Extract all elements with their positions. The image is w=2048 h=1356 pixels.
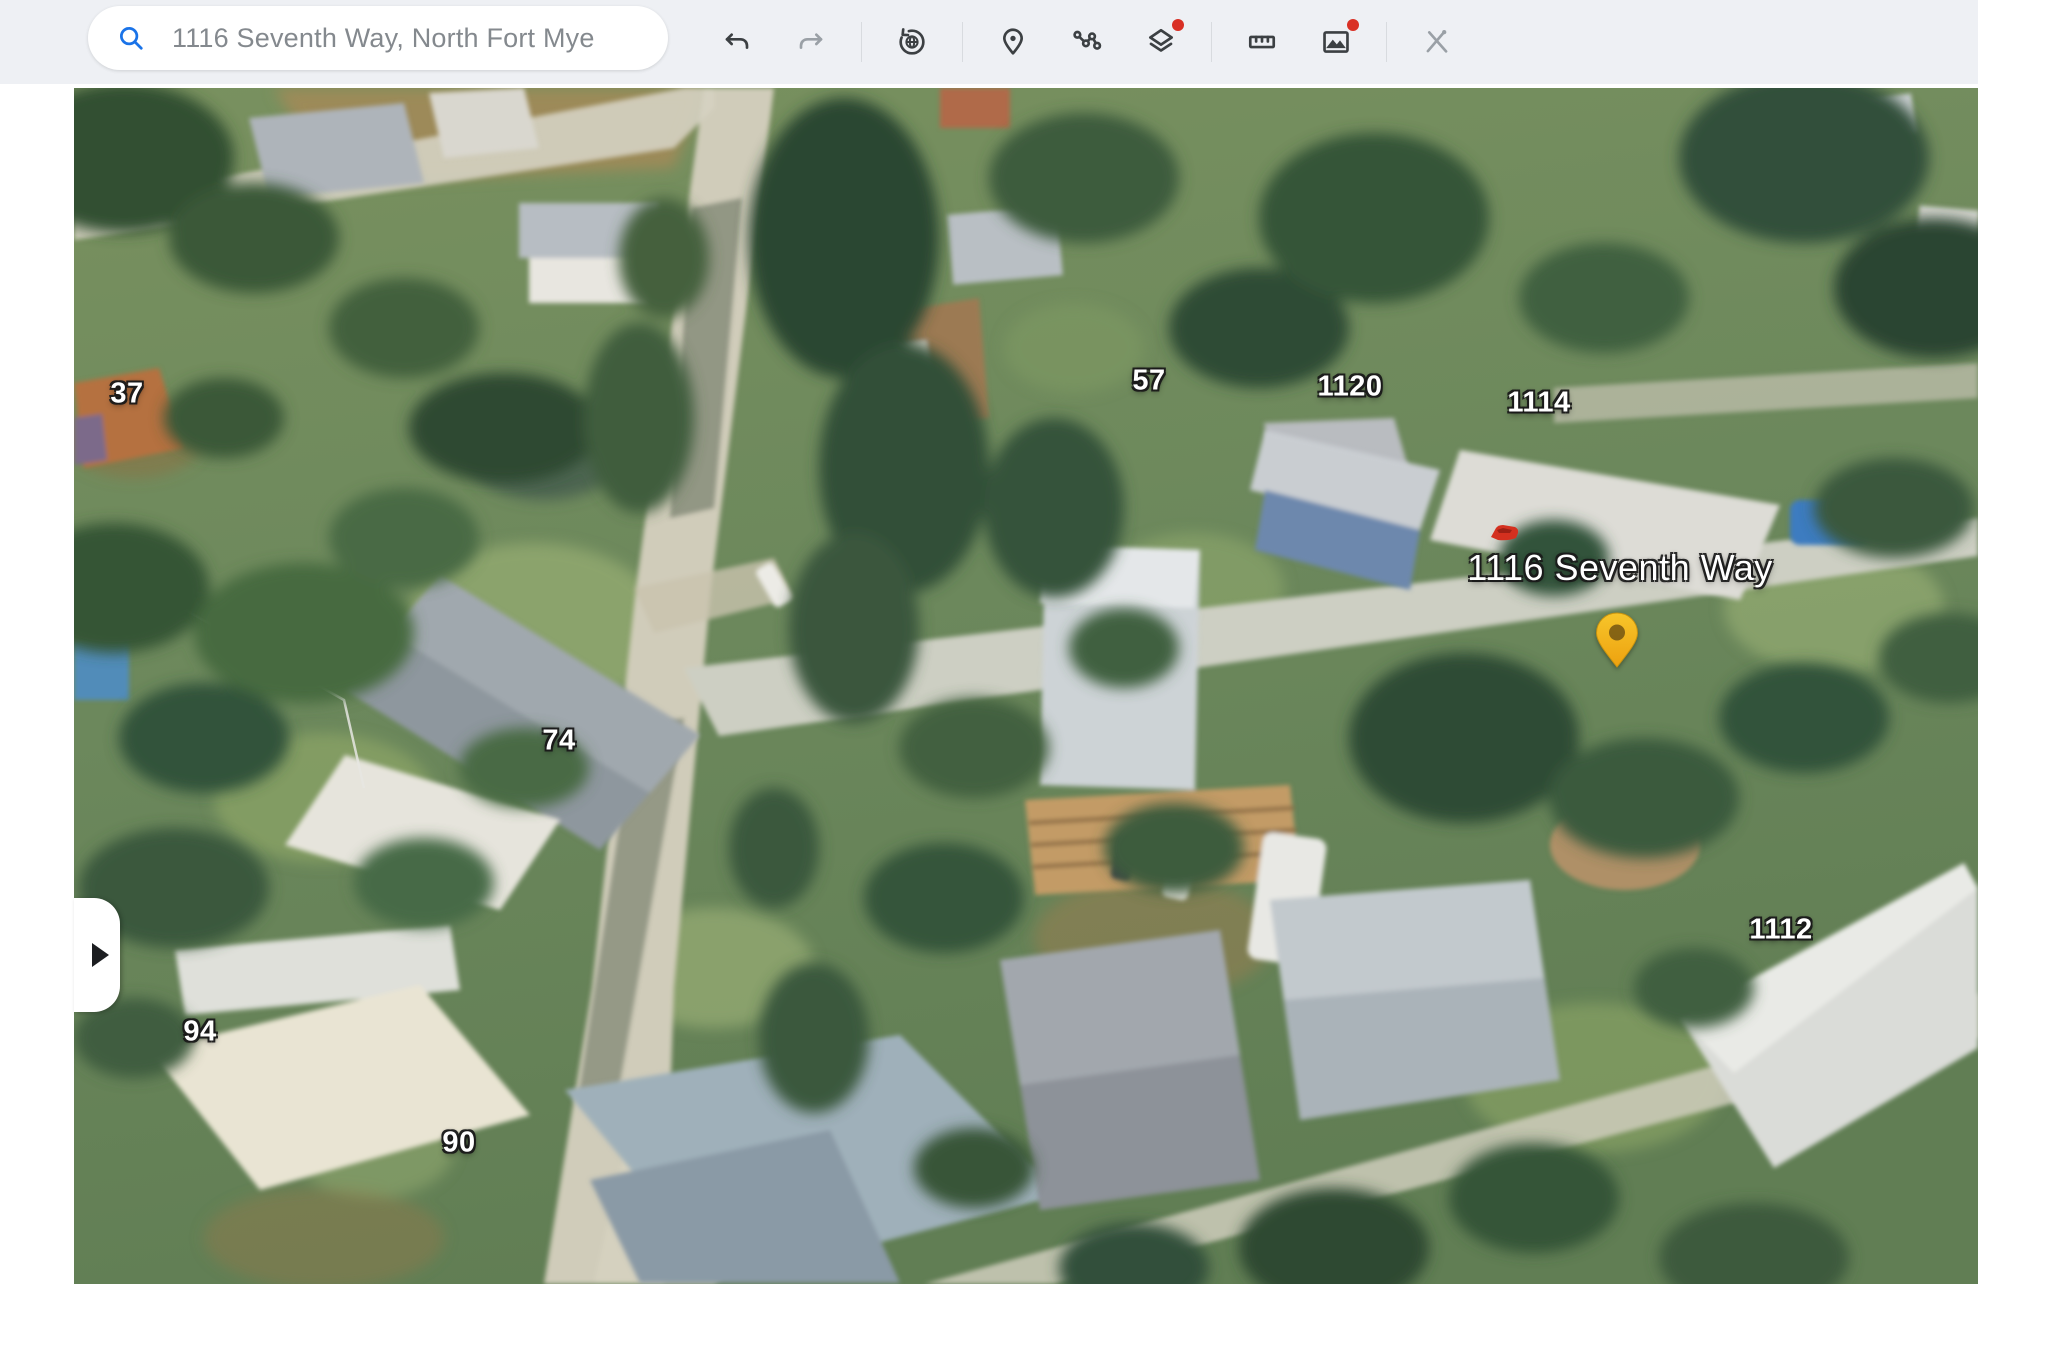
parcel-label: 94 [183,1016,216,1049]
ruler-icon [1246,26,1278,58]
toolbar-separator [962,22,963,62]
parcel-label: 1114 [1507,387,1570,420]
notification-dot [1172,19,1184,31]
location-pin[interactable] [1593,611,1641,669]
layers-icon [1145,26,1177,58]
tools-icon [1421,26,1453,58]
path-icon [1071,26,1103,58]
reset-view-icon [896,26,928,58]
aerial-imagery [74,88,1978,1284]
map-viewport[interactable]: 37 57 1120 1114 74 94 90 1112 1116 Seventh Way [74,88,1978,1284]
undo-icon [721,26,753,58]
toolbar-separator [861,22,862,62]
redo-icon [795,26,827,58]
toolbar-separator [1211,22,1212,62]
parcel-label: 57 [1132,365,1165,398]
reset-view-button[interactable] [885,15,939,69]
redo-button[interactable] [784,15,838,69]
measure-button[interactable] [1235,15,1289,69]
parcel-label: 90 [442,1127,475,1160]
add-path-button[interactable] [1060,15,1114,69]
tools-button[interactable] [1410,15,1464,69]
search-icon [116,23,146,53]
placemark-icon [997,26,1029,58]
red-car [1488,521,1522,543]
search-bar[interactable]: 1116 Seventh Way, North Fort Mye [88,6,668,70]
sidebar-expand-button[interactable] [74,898,120,1012]
street-label: 1116 Seventh Way [1467,547,1773,589]
toolbar-separator [1386,22,1387,62]
photo-icon [1320,26,1352,58]
toolbar: 1116 Seventh Way, North Fort Mye [0,0,1978,84]
search-input[interactable]: 1116 Seventh Way, North Fort Mye [172,23,595,54]
parcel-label: 37 [110,378,143,411]
map-style-button[interactable] [1134,15,1188,69]
google-earth-window: 1116 Seventh Way, North Fort Mye [0,0,2048,1356]
chevron-right-icon [92,943,109,967]
parcel-label: 1112 [1749,914,1812,947]
notification-dot [1347,19,1359,31]
add-placemark-button[interactable] [986,15,1040,69]
photo-button[interactable] [1309,15,1363,69]
parcel-label: 1120 [1318,371,1383,404]
parcel-label: 74 [542,725,575,758]
undo-button[interactable] [710,15,764,69]
toolbar-buttons [700,0,1474,84]
